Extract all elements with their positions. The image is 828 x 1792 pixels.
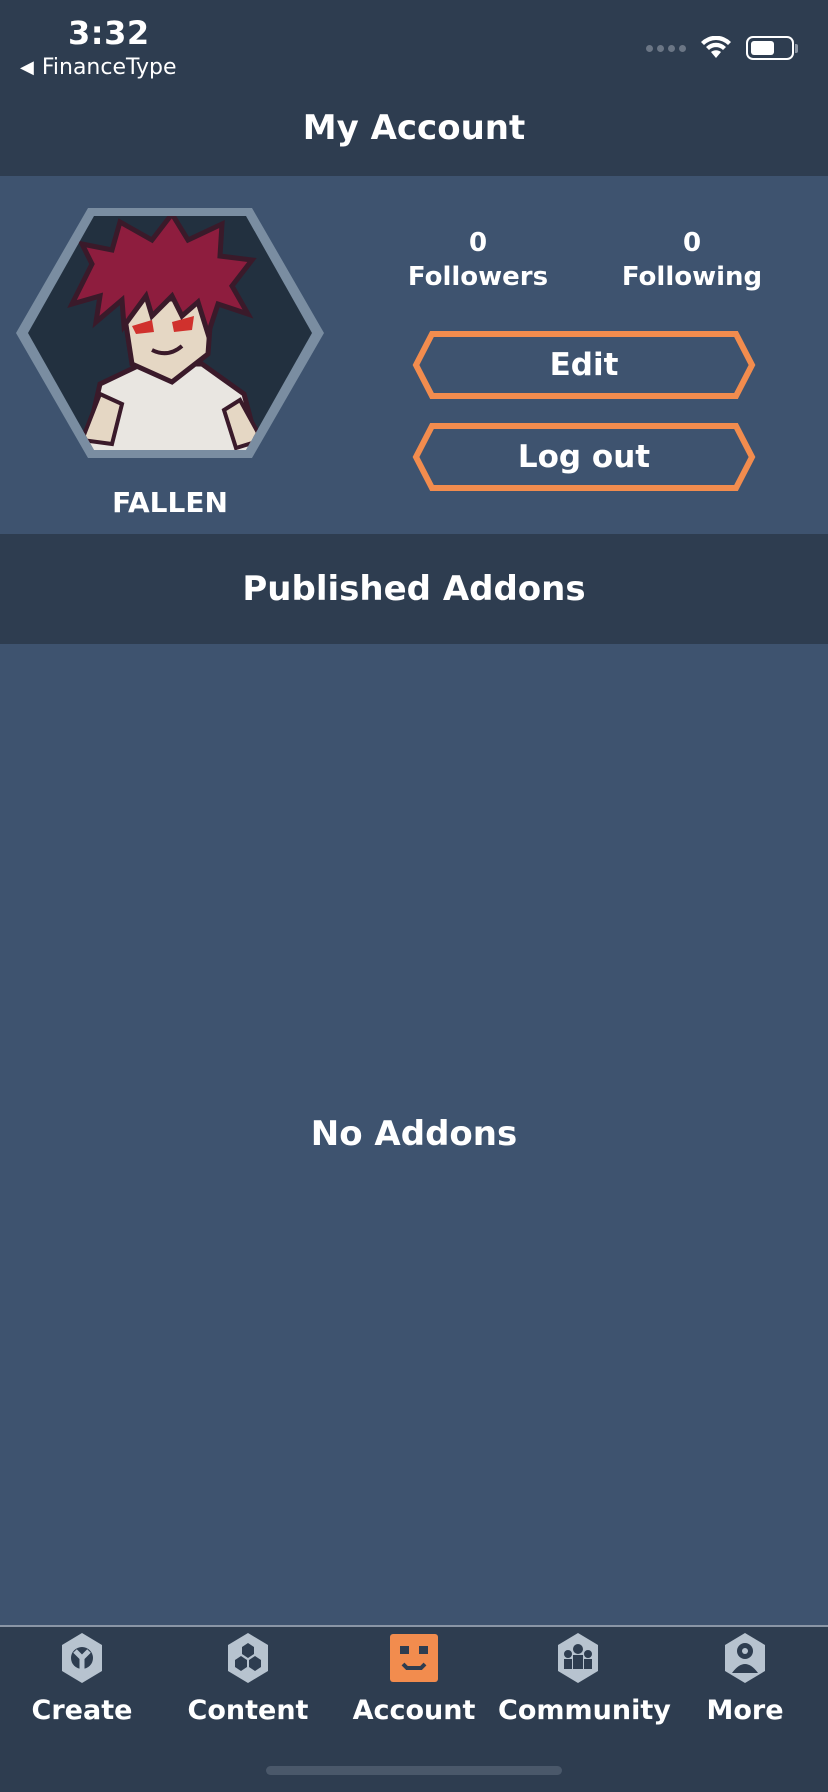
tab-content-label: Content bbox=[187, 1695, 309, 1726]
face-icon bbox=[387, 1631, 441, 1685]
top-bar: 3:32 ◀ FinanceType My Account bbox=[0, 0, 828, 176]
published-addons-header: Published Addons bbox=[0, 534, 828, 644]
tab-create[interactable]: Create bbox=[2, 1631, 162, 1726]
followers-count: 0 bbox=[468, 228, 488, 258]
hex-cluster-gear-icon bbox=[221, 1631, 275, 1685]
people-gear-icon bbox=[551, 1631, 605, 1685]
following-label: Following bbox=[621, 262, 763, 292]
page-title: My Account bbox=[302, 108, 526, 148]
wifi-icon bbox=[701, 36, 731, 58]
following-stat[interactable]: 0 Following bbox=[602, 228, 782, 292]
back-to-app-link[interactable]: ◀ FinanceType bbox=[20, 55, 177, 80]
cellular-signal-icon bbox=[646, 44, 686, 52]
tab-community[interactable]: Community bbox=[498, 1631, 671, 1726]
logout-button[interactable]: Log out bbox=[412, 422, 756, 492]
back-app-label: FinanceType bbox=[41, 55, 177, 80]
battery-icon bbox=[746, 36, 798, 60]
tab-community-label: Community bbox=[498, 1695, 671, 1726]
status-time: 3:32 bbox=[68, 14, 150, 52]
tab-more-label: More bbox=[706, 1695, 784, 1726]
edit-button[interactable]: Edit bbox=[412, 330, 756, 400]
profile-section: FALLEN 0 Followers 0 Following Edit Log … bbox=[0, 176, 828, 534]
no-addons-message: No Addons bbox=[310, 1114, 518, 1154]
status-indicators bbox=[646, 36, 798, 60]
tab-account[interactable]: Account bbox=[334, 1631, 494, 1726]
user-gear-icon bbox=[718, 1631, 772, 1685]
tab-account-label: Account bbox=[352, 1695, 476, 1726]
tab-create-label: Create bbox=[31, 1695, 133, 1726]
tab-more[interactable]: More bbox=[665, 1631, 825, 1726]
followers-stat[interactable]: 0 Followers bbox=[388, 228, 568, 292]
following-count: 0 bbox=[682, 228, 702, 258]
home-indicator[interactable] bbox=[266, 1766, 562, 1775]
followers-label: Followers bbox=[407, 262, 549, 292]
tab-content[interactable]: Content bbox=[168, 1631, 328, 1726]
logout-button-label: Log out bbox=[517, 439, 651, 475]
avatar[interactable] bbox=[12, 204, 328, 462]
edit-button-label: Edit bbox=[549, 347, 619, 383]
wrench-gear-icon bbox=[55, 1631, 109, 1685]
username: FALLEN bbox=[112, 486, 228, 519]
back-arrow-icon: ◀ bbox=[20, 57, 34, 78]
